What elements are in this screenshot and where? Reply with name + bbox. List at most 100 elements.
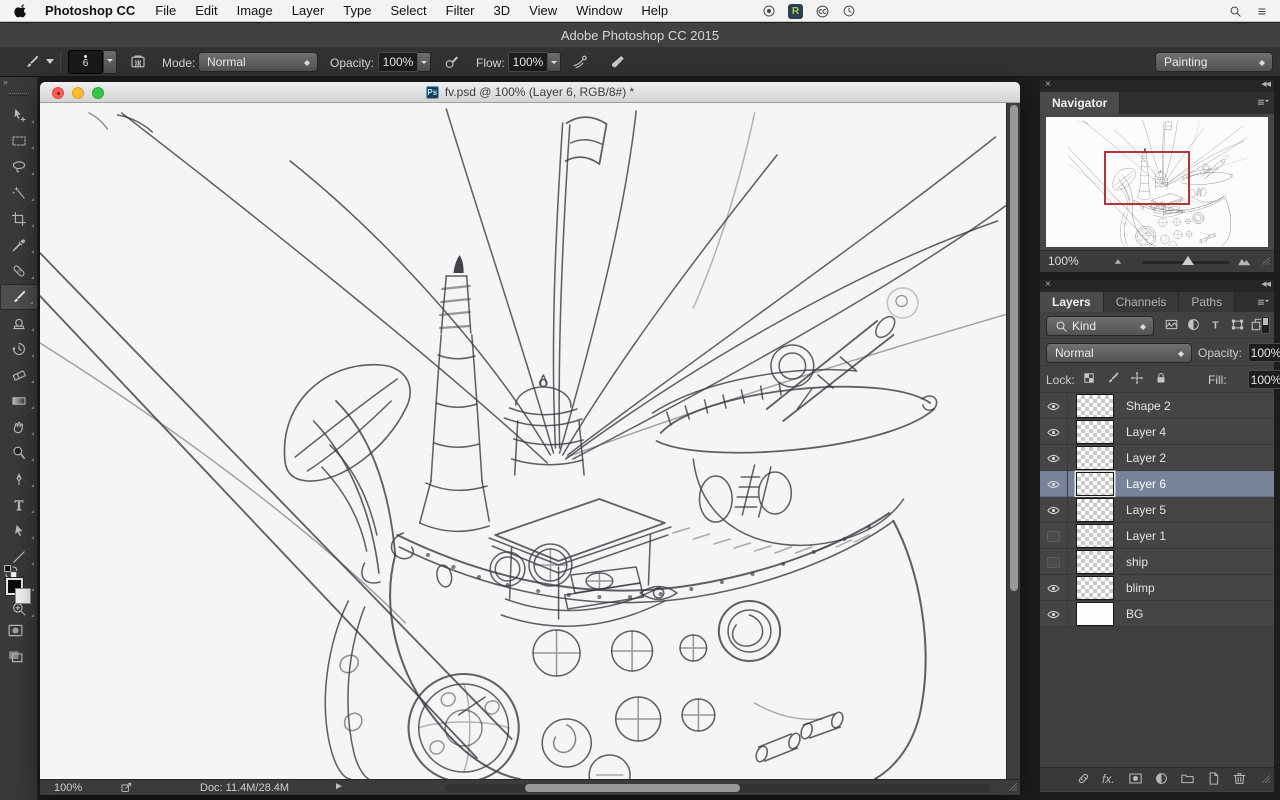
background-color-swatch[interactable]	[15, 588, 31, 604]
layer-style-fx-icon[interactable]: fx.	[1102, 772, 1115, 786]
layer-thumbnail[interactable]	[1076, 576, 1114, 600]
layer-visibility-toggle[interactable]	[1040, 419, 1068, 445]
eraser-tool[interactable]	[0, 362, 38, 388]
tools-collapse-chevrons[interactable]: »	[0, 77, 37, 91]
panel-menu-icon[interactable]	[1257, 96, 1270, 109]
lock-all-icon[interactable]	[1154, 371, 1168, 385]
lock-position-icon[interactable]	[1130, 371, 1144, 385]
vertical-scrollbar[interactable]	[1006, 103, 1020, 779]
toggle-brush-panel-icon[interactable]	[126, 51, 150, 73]
window-resize-grip-icon[interactable]	[1007, 781, 1019, 793]
lock-paint-icon[interactable]	[1106, 371, 1120, 385]
spotlight-search-icon[interactable]	[1229, 5, 1242, 18]
clone-stamp-tool[interactable]	[0, 310, 38, 336]
horizontal-scrollbar-thumb[interactable]	[525, 784, 740, 792]
layer-visibility-toggle[interactable]	[1040, 445, 1068, 471]
layer-row[interactable]: Layer 5	[1040, 497, 1274, 523]
layer-row[interactable]: ship	[1040, 549, 1274, 575]
healing-brush-tool[interactable]	[0, 258, 38, 284]
layer-visibility-toggle[interactable]	[1040, 393, 1068, 419]
gradient-tool[interactable]	[0, 388, 38, 414]
navigator-thumbnail[interactable]	[1046, 117, 1268, 247]
menu-image[interactable]: Image	[237, 3, 273, 18]
close-panel-icon[interactable]: ×	[1045, 279, 1051, 290]
brush-tool[interactable]	[0, 284, 38, 310]
filter-adjustment-layers-icon[interactable]	[1186, 317, 1201, 332]
layer-row[interactable]: Layer 6	[1040, 471, 1274, 497]
layer-thumbnail[interactable]	[1076, 394, 1114, 418]
menu-file[interactable]: File	[155, 3, 176, 18]
magic-wand-tool[interactable]	[0, 180, 38, 206]
layer-thumbnail[interactable]	[1076, 498, 1114, 522]
close-panel-icon[interactable]: ×	[1045, 79, 1051, 90]
tab-paths[interactable]: Paths	[1179, 292, 1236, 312]
layer-filtering-toggle[interactable]	[1261, 316, 1270, 334]
menu-3d[interactable]: 3D	[494, 3, 511, 18]
layer-opacity-field[interactable]: 100%	[1248, 343, 1280, 362]
menu-window[interactable]: Window	[576, 3, 622, 18]
pressure-size-icon[interactable]	[606, 51, 630, 73]
layer-row[interactable]: Shape 2	[1040, 393, 1274, 419]
airbrush-icon[interactable]	[568, 51, 592, 73]
creative-cloud-icon[interactable]	[815, 4, 830, 19]
navigator-zoom-slider[interactable]	[1142, 256, 1230, 265]
tab-channels[interactable]: Channels	[1103, 292, 1180, 312]
smudge-tool[interactable]	[0, 414, 38, 440]
history-brush-tool[interactable]	[0, 336, 38, 362]
filter-kind-dropdown[interactable]: Kind	[1046, 316, 1154, 336]
r-app-icon[interactable]: R	[788, 3, 803, 19]
zoom-in-mountain-icon[interactable]	[1237, 254, 1252, 269]
link-layers-icon[interactable]	[1076, 771, 1091, 786]
move-tool[interactable]	[0, 102, 38, 128]
brush-tool-preset-icon[interactable]	[20, 51, 44, 73]
layer-thumbnail[interactable]	[1076, 550, 1114, 574]
marquee-tool[interactable]	[0, 128, 38, 154]
brush-preset-picker[interactable]: 6	[68, 50, 103, 74]
menu-app-name[interactable]: Photoshop CC	[45, 3, 135, 18]
delete-layer-icon[interactable]	[1232, 771, 1247, 786]
menu-help[interactable]: Help	[641, 3, 668, 18]
layer-row[interactable]: Layer 4	[1040, 419, 1274, 445]
layer-visibility-toggle[interactable]	[1040, 471, 1068, 497]
share-export-icon[interactable]	[120, 781, 133, 794]
layer-thumbnail[interactable]	[1076, 524, 1114, 548]
navigator-proxy-rectangle[interactable]	[1104, 151, 1190, 205]
tab-navigator[interactable]: Navigator	[1040, 92, 1121, 114]
collapse-panel-icon[interactable]: ◀◀	[1261, 280, 1271, 288]
new-layer-icon[interactable]	[1206, 771, 1221, 786]
layer-thumbnail[interactable]	[1076, 472, 1114, 496]
opacity-value-field[interactable]: 100%	[378, 52, 418, 72]
menu-edit[interactable]: Edit	[195, 3, 217, 18]
blend-mode-dropdown[interactable]: Normal	[198, 52, 318, 72]
pressure-opacity-icon[interactable]	[440, 51, 464, 73]
navigator-zoom-field[interactable]: 100%	[1048, 254, 1079, 268]
layer-thumbnail[interactable]	[1076, 420, 1114, 444]
path-select-tool[interactable]	[0, 518, 38, 544]
menu-filter[interactable]: Filter	[446, 3, 475, 18]
layer-visibility-toggle[interactable]	[1040, 601, 1068, 627]
layer-fill-field[interactable]: 100%	[1248, 370, 1280, 389]
layer-visibility-toggle[interactable]	[1040, 497, 1068, 523]
quick-mask-icon[interactable]	[7, 622, 24, 639]
document-titlebar[interactable]: Ps fv.psd @ 100% (Layer 6, RGB/8#) *	[40, 82, 1020, 103]
status-zoom-field[interactable]: 100%	[54, 782, 82, 794]
tab-layers[interactable]: Layers	[1040, 292, 1104, 312]
flow-dropdown-arrow[interactable]	[548, 52, 561, 72]
collapse-panel-icon[interactable]: ◀◀	[1261, 80, 1271, 88]
filter-shape-layers-icon[interactable]	[1230, 317, 1245, 332]
add-layer-mask-icon[interactable]	[1128, 771, 1143, 786]
tools-drag-grip[interactable]	[8, 93, 29, 96]
minimize-traffic-light[interactable]	[72, 87, 84, 99]
dodge-tool[interactable]	[0, 440, 38, 466]
layer-row[interactable]: blimp	[1040, 575, 1274, 601]
status-options-arrow-icon[interactable]: ►	[334, 781, 344, 792]
panel-resize-grip-icon[interactable]	[1260, 255, 1272, 267]
new-group-icon[interactable]	[1180, 771, 1195, 786]
canvas[interactable]	[40, 103, 1020, 779]
zoom-traffic-light[interactable]	[92, 87, 104, 99]
layer-thumbnail[interactable]	[1076, 446, 1114, 470]
brush-picker-arrow[interactable]	[104, 50, 117, 74]
panel-menu-icon[interactable]	[1257, 296, 1270, 309]
layer-visibility-toggle[interactable]	[1040, 575, 1068, 601]
menu-view[interactable]: View	[529, 3, 557, 18]
